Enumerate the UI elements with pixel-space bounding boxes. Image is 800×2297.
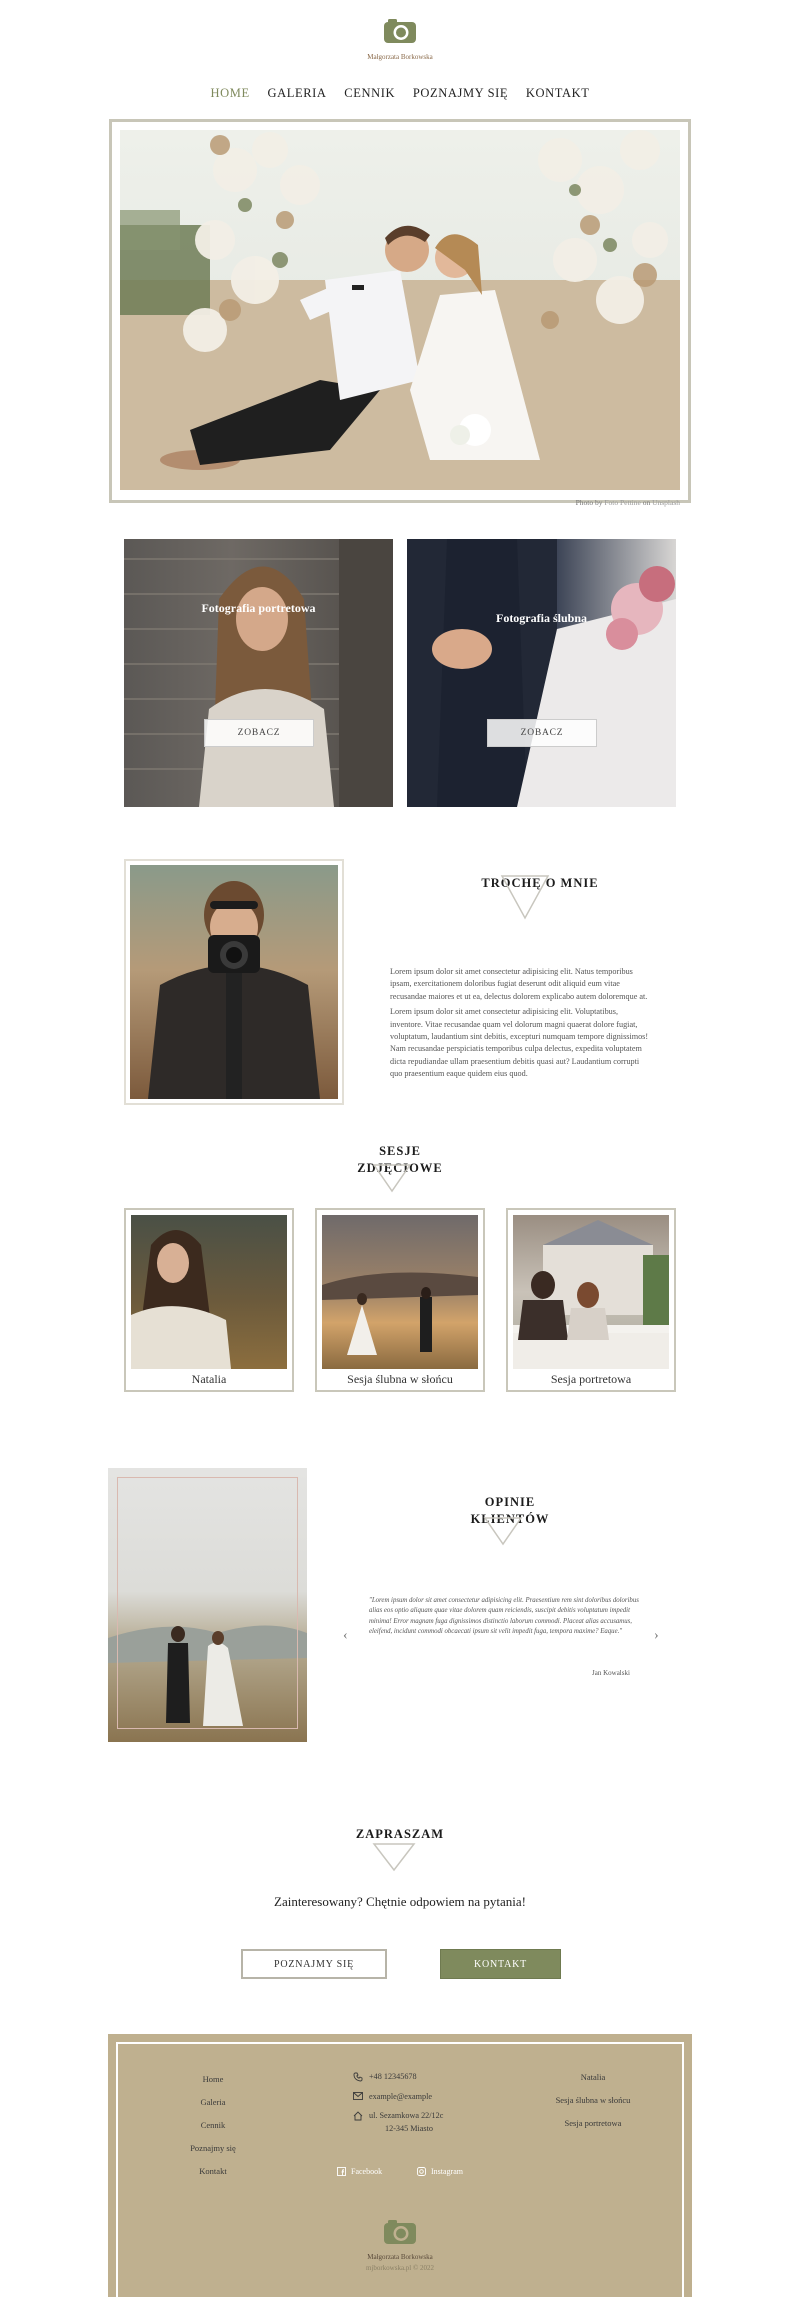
wedding-sun-illustration xyxy=(322,1272,478,1355)
credit-prefix: Photo by xyxy=(575,498,603,507)
zobacz-button[interactable]: ZOBACZ xyxy=(487,719,597,747)
session-label: Sesja portretowa xyxy=(550,1372,632,1386)
nav-cennik[interactable]: CENNIK xyxy=(344,86,395,101)
category-card-wedding[interactable]: Fotografia ślubna ZOBACZ xyxy=(407,539,676,807)
session-card-wedding-sun[interactable]: Sesja ślubna w słońcu xyxy=(315,1208,485,1392)
footer-link-kontakt[interactable]: Kontakt xyxy=(168,2160,258,2183)
footer-email-row[interactable]: example@example xyxy=(353,2092,443,2101)
footer-address-line1: ul. Sezamkowa 22/12c xyxy=(369,2111,444,2120)
portrait-session-illustration xyxy=(513,1220,669,1369)
photographer-image xyxy=(130,865,338,1099)
footer-link-home[interactable]: Home xyxy=(168,2068,258,2091)
portrait-illustration xyxy=(124,539,393,807)
footer-nav-left: Home Galeria Cennik Poznajmy się Kontakt xyxy=(168,2068,258,2183)
session-card-natalia[interactable]: Natalia xyxy=(124,1208,294,1392)
nav-home[interactable]: HOME xyxy=(211,86,250,101)
prev-arrow-icon[interactable]: ‹ xyxy=(343,1628,348,1644)
session-label: Sesja ślubna w słońcu xyxy=(347,1372,453,1386)
session-image xyxy=(131,1215,287,1369)
instagram-icon xyxy=(417,2167,426,2176)
home-icon xyxy=(353,2111,363,2121)
category-title: Fotografia portretowa xyxy=(201,601,316,615)
testimonial-quote: "Lorem ipsum dolor sit amet consectetur … xyxy=(369,1597,639,1636)
hero-frame: Photo by Foto Pettine on Unsplash xyxy=(109,119,691,507)
testimonial-author: Jan Kowalski xyxy=(592,1669,630,1677)
session-image xyxy=(513,1215,669,1369)
footer-phone-row[interactable]: +48 12345678 xyxy=(353,2072,443,2082)
mail-icon xyxy=(353,2092,363,2100)
credit-on: on xyxy=(642,498,651,507)
photo-credit: Photo by Foto Pettine on Unsplash xyxy=(576,498,680,507)
footer-link-sesja-portretowa[interactable]: Sesja portretowa xyxy=(538,2112,648,2135)
main-nav: HOME GALERIA CENNIK POZNAJMY SIĘ KONTAKT xyxy=(0,86,800,101)
footer: Home Galeria Cennik Poznajmy się Kontakt… xyxy=(108,2034,692,2297)
session-label: Natalia xyxy=(191,1372,227,1386)
about-photo-frame xyxy=(124,859,344,1105)
next-arrow-icon[interactable]: › xyxy=(654,1628,659,1644)
site-logo[interactable]: Małgorzata Borkowska xyxy=(367,18,433,61)
instagram-label: Instagram xyxy=(431,2167,463,2176)
photographer-illustration xyxy=(148,881,320,1099)
invite-text: Zainteresowany? Chętnie odpowiem na pyta… xyxy=(274,1894,526,1909)
footer-nav-right: Natalia Sesja ślubna w słońcu Sesja port… xyxy=(538,2066,648,2135)
footer-facebook-link[interactable]: Facebook xyxy=(337,2167,382,2176)
triangle-decoration-icon xyxy=(500,875,550,920)
footer-email: example@example xyxy=(369,2092,433,2101)
poznajmy-sie-button[interactable]: POZNAJMY SIĘ xyxy=(241,1949,387,1979)
triangle-decoration-icon xyxy=(483,1517,523,1546)
nav-kontakt[interactable]: KONTAKT xyxy=(526,86,590,101)
triangle-decoration-icon xyxy=(372,1843,416,1872)
kontakt-button[interactable]: KONTAKT xyxy=(440,1949,561,1979)
camera-icon xyxy=(384,19,416,43)
footer-link-natalia[interactable]: Natalia xyxy=(538,2066,648,2089)
footer-phone: +48 12345678 xyxy=(369,2072,417,2081)
footer-instagram-link[interactable]: Instagram xyxy=(417,2167,463,2176)
facebook-icon xyxy=(337,2167,346,2176)
footer-brand-name: Małgorzata Borkowska xyxy=(367,2253,433,2261)
footer-address-line2: 12-345 Miasto xyxy=(385,2124,433,2133)
footer-link-galeria[interactable]: Galeria xyxy=(168,2091,258,2114)
wedding-couple-illustration xyxy=(120,130,680,490)
hero-image xyxy=(120,130,680,490)
session-image xyxy=(322,1215,478,1369)
camera-icon xyxy=(384,2220,416,2244)
wedding-illustration xyxy=(407,539,676,807)
footer-contact: +48 12345678 example@example ul. Sezamko… xyxy=(353,2072,443,2143)
triangle-decoration-icon xyxy=(372,1164,412,1193)
footer-link-cennik[interactable]: Cennik xyxy=(168,2114,258,2137)
footer-link-poznajmy-sie[interactable]: Poznajmy się xyxy=(168,2137,258,2160)
session-card-portrait[interactable]: Sesja portretowa xyxy=(506,1208,676,1392)
category-title: Fotografia ślubna xyxy=(495,611,587,625)
category-card-portrait[interactable]: Fotografia portretowa ZOBACZ xyxy=(124,539,393,807)
nav-poznajmy-sie[interactable]: POZNAJMY SIĘ xyxy=(413,86,508,101)
about-paragraph: Lorem ipsum dolor sit amet consectetur a… xyxy=(390,967,648,1001)
about-text: Lorem ipsum dolor sit amet consectetur a… xyxy=(390,966,652,1081)
brand-name: Małgorzata Borkowska xyxy=(367,53,433,61)
testimonial-photo xyxy=(108,1468,307,1742)
credit-author-link[interactable]: Foto Pettine xyxy=(604,498,640,507)
natalia-illustration xyxy=(131,1230,231,1369)
nav-galeria[interactable]: GALERIA xyxy=(267,86,326,101)
facebook-label: Facebook xyxy=(351,2167,383,2176)
phone-icon xyxy=(353,2072,363,2082)
footer-logo[interactable]: Małgorzata Borkowska mjborkowska.pl © 20… xyxy=(366,2219,434,2272)
footer-link-sesja-slubna[interactable]: Sesja ślubna w słońcu xyxy=(538,2089,648,2112)
photo-frame-overlay xyxy=(117,1477,298,1729)
credit-site-link[interactable]: Unsplash xyxy=(652,498,680,507)
footer-copyright: mjborkowska.pl © 2022 xyxy=(365,2264,435,2272)
footer-address-row: ul. Sezamkowa 22/12c 12-345 Miasto xyxy=(353,2111,443,2133)
about-paragraph: Lorem ipsum dolor sit amet consectetur a… xyxy=(390,1007,649,1079)
zobacz-button[interactable]: ZOBACZ xyxy=(204,719,314,747)
